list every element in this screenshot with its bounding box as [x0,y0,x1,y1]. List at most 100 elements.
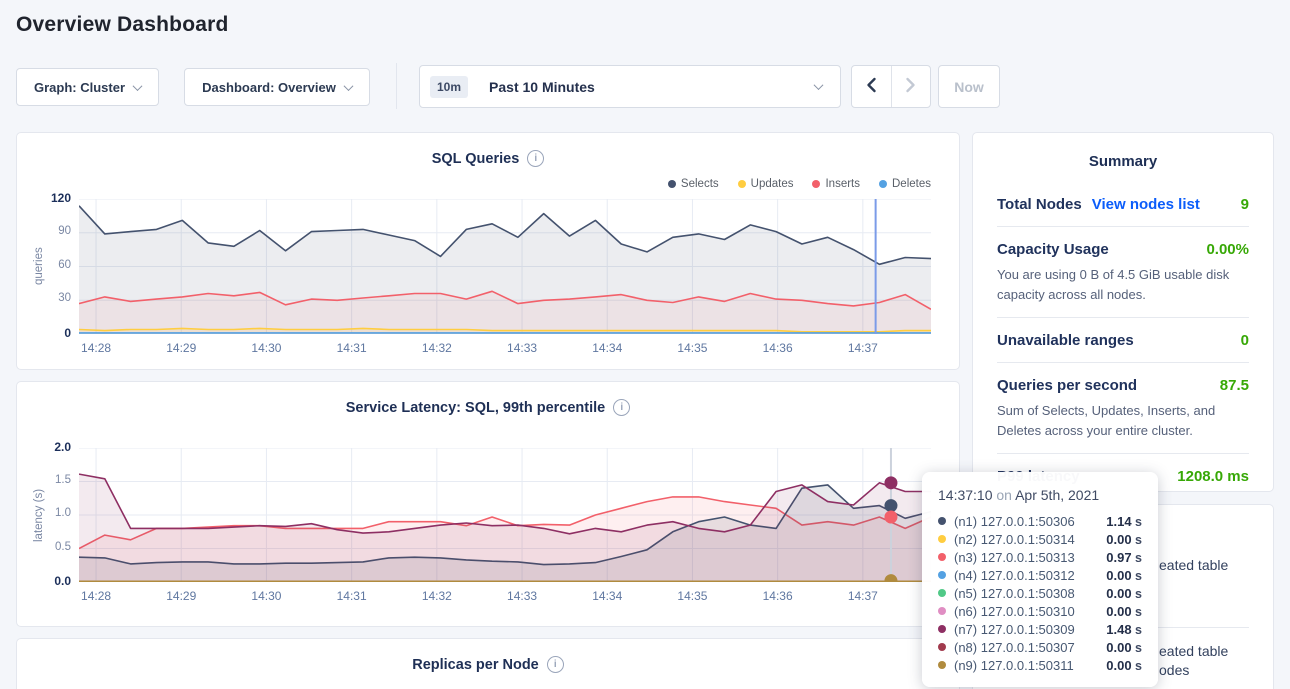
tooltip-node-row: (n8) 127.0.0.1:503070.00 s [938,638,1142,656]
tooltip-node-row: (n3) 127.0.0.1:503130.97 s [938,548,1142,566]
x-axis-tick: 14:34 [583,341,631,355]
x-axis-tick: 14:28 [72,341,120,355]
dashboard-dropdown-label: Dashboard: Overview [202,80,336,95]
x-axis-tick: 14:36 [754,341,802,355]
x-axis-tick: 14:28 [72,589,120,603]
tooltip-time: 14:37:10 [938,487,993,503]
chevron-down-icon [343,81,353,91]
node-color-dot [938,571,946,579]
summary-row: Queries per second 87.5 Sum of Selects, Up… [997,363,1249,454]
tooltip-node-unit: s [1132,623,1142,637]
sql-queries-chart-card: SQL Queries i SelectsUpdatesInsertsDelet… [16,132,960,370]
x-axis-tick: 14:34 [583,589,631,603]
info-icon[interactable]: i [527,150,544,167]
legend-dot [812,180,820,188]
time-range-label: Past 10 Minutes [489,79,595,95]
time-range-picker[interactable]: 10m Past 10 Minutes [419,65,841,108]
x-axis-tick: 14:37 [839,589,887,603]
summary-row: Unavailable ranges0 [997,318,1249,363]
node-color-dot [938,553,946,561]
node-color-dot [938,625,946,633]
tooltip-node-address: (n9) 127.0.0.1:50311 [954,658,1074,673]
tooltip-node-address: (n8) 127.0.0.1:50307 [954,640,1075,655]
previous-time-button[interactable] [852,66,891,107]
chart-header: Replicas per Node i [17,656,959,673]
service-latency-chart-card: Service Latency: SQL, 99th percentile i … [16,381,960,627]
node-color-dot [938,607,946,615]
tooltip-node-address: (n5) 127.0.0.1:50308 [954,586,1075,601]
x-axis-tick: 14:31 [328,341,376,355]
tooltip-node-row: (n6) 127.0.0.1:503100.00 s [938,602,1142,620]
tooltip-node-address: (n4) 127.0.0.1:50312 [954,568,1075,583]
info-icon[interactable]: i [547,656,564,673]
event-entry-fragment: eated table [1159,643,1228,659]
y-axis-label: queries [31,199,47,334]
legend-dot [668,180,676,188]
tooltip-node-value: 1.48 [1106,622,1131,637]
sql-queries-plot[interactable] [79,199,931,334]
tooltip-node-row: (n2) 127.0.0.1:503140.00 s [938,530,1142,548]
next-time-button[interactable] [891,66,931,107]
tooltip-node-value: 0.00 [1106,658,1131,673]
replicas-per-node-chart-card: Replicas per Node i [16,638,960,689]
service-latency-plot[interactable] [79,448,931,582]
tooltip-node-value: 0.00 [1106,568,1131,583]
x-axis-tick: 14:29 [157,341,205,355]
event-entry-fragment: eated table [1159,557,1228,573]
x-axis-tick: 14:33 [498,589,546,603]
legend-dot [738,180,746,188]
legend-label: Updates [751,178,794,190]
chevron-down-icon [133,81,143,91]
legend-label: Selects [681,178,719,190]
tooltip-node-value: 0.00 [1106,604,1131,619]
legend-dot [879,180,887,188]
tooltip-node-row: (n7) 127.0.0.1:50309 1.48 s [938,620,1142,638]
chart-hover-tooltip: 14:37:10 on Apr 5th, 2021 (n1) 127.0.0.1… [922,472,1158,687]
tooltip-node-unit: s [1132,569,1142,583]
summary-row-label: Queries per second [997,377,1137,394]
tooltip-node-address: (n6) 127.0.0.1:50310 [954,604,1075,619]
page-title: Overview Dashboard [16,13,229,37]
toolbar-divider [396,63,397,109]
overview-dashboard-page: Overview Dashboard Graph: Cluster Dashbo… [0,0,1290,689]
chart-title: Replicas per Node [412,657,539,673]
tooltip-node-address: (n7) 127.0.0.1:50309 [954,622,1075,637]
chevron-right-icon [905,77,916,96]
x-axis-tick: 14:35 [668,341,716,355]
tooltip-node-value: 0.00 [1106,640,1131,655]
view-nodes-link[interactable]: View nodes list [1092,196,1200,213]
summary-panel: Summary Total NodesView nodes list9Capac… [972,132,1274,492]
chart-legend: Selects Updates Inserts Deletes [668,178,931,190]
graph-dropdown-label: Graph: Cluster [34,80,125,95]
legend-item-deletes: Deletes [879,178,931,190]
tooltip-node-row: (n5) 127.0.0.1:503080.00 s [938,584,1142,602]
tooltip-node-unit: s [1132,515,1142,529]
summary-row: Total NodesView nodes list9 [997,182,1249,227]
tooltip-node-unit: s [1132,659,1142,673]
node-color-dot [938,643,946,651]
summary-row-value: 87.5 [1220,377,1249,394]
legend-label: Inserts [825,178,860,190]
summary-row-description: Sum of Selects, Updates, Inserts, and De… [997,401,1249,440]
chart-header: Service Latency: SQL, 99th percentile i [17,399,959,416]
tooltip-node-value: 1.14 [1106,514,1131,529]
tooltip-node-value: 0.00 [1106,532,1131,547]
summary-title: Summary [973,133,1273,170]
dashboard-dropdown[interactable]: Dashboard: Overview [184,68,370,106]
tooltip-node-row: (n1) 127.0.0.1:50306 1.14 s [938,512,1142,530]
x-axis-tick: 14:36 [754,589,802,603]
x-axis-tick: 14:30 [242,589,290,603]
legend-item-updates: Updates [738,178,794,190]
node-color-dot [938,661,946,669]
node-color-dot [938,535,946,543]
tooltip-node-address: (n1) 127.0.0.1:50306 [954,514,1075,529]
tooltip-timestamp: 14:37:10 on Apr 5th, 2021 [938,487,1142,503]
chevron-left-icon [866,77,877,96]
graph-dropdown[interactable]: Graph: Cluster [16,68,159,106]
summary-row-description: You are using 0 B of 4.5 GiB usable disk… [997,265,1249,304]
info-icon[interactable]: i [613,399,630,416]
tooltip-date: Apr 5th, 2021 [1015,487,1099,503]
now-button[interactable]: Now [938,65,1000,108]
summary-row-label: Unavailable ranges [997,332,1134,349]
tooltip-node-address: (n3) 127.0.0.1:50313 [954,550,1075,565]
